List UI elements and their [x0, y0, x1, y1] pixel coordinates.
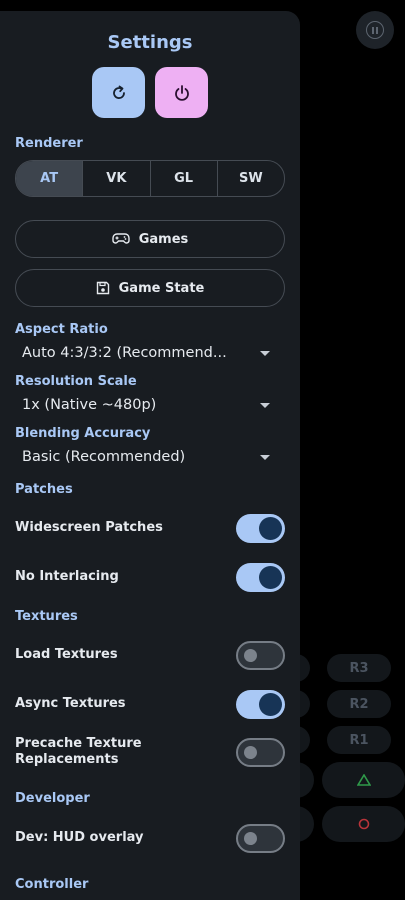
developer-label: Developer: [15, 791, 90, 806]
games-button-label: Games: [138, 231, 189, 247]
renderer-option-sw[interactable]: SW: [216, 161, 284, 196]
dev-hud-toggle[interactable]: [236, 823, 285, 853]
settings-drawer: Settings Renderer AT VK GL SW Games Game…: [0, 11, 300, 900]
dev-hud-label: Dev: HUD overlay: [15, 830, 144, 845]
controller-label: Controller: [15, 877, 89, 892]
chevron-down-icon: [260, 350, 270, 356]
patches-label: Patches: [15, 482, 73, 497]
widescreen-patches-label: Widescreen Patches: [15, 520, 163, 535]
reset-button[interactable]: [92, 67, 145, 118]
pause-icon: [366, 21, 384, 39]
chevron-down-icon: [260, 454, 270, 460]
circle-icon: [358, 818, 369, 830]
renderer-option-vk[interactable]: VK: [82, 161, 149, 196]
games-button[interactable]: Games: [15, 220, 285, 258]
precache-textures-toggle[interactable]: [236, 737, 285, 767]
async-textures-label: Async Textures: [15, 696, 126, 711]
precache-textures-row: Precache Texture Replacements: [15, 734, 285, 770]
emulator-screen: R3 R2 R1 Settings Renderer AT VK GL SW G…: [0, 0, 405, 900]
pause-button[interactable]: [356, 11, 394, 49]
game-state-button[interactable]: Game State: [15, 269, 285, 307]
precache-textures-label: Precache Texture Replacements: [15, 736, 142, 767]
blending-accuracy-label: Blending Accuracy: [15, 426, 151, 441]
triangle-icon: [356, 774, 371, 786]
textures-label: Textures: [15, 609, 78, 624]
load-textures-row: Load Textures: [15, 640, 285, 670]
pad-button-r1[interactable]: R1: [327, 726, 391, 754]
no-interlacing-toggle[interactable]: [236, 562, 285, 592]
renderer-label: Renderer: [15, 136, 83, 151]
resolution-scale-value: 1x (Native ~480p): [22, 397, 157, 413]
reset-icon: [112, 85, 125, 99]
pad-button-r3[interactable]: R3: [327, 654, 391, 682]
power-icon: [174, 84, 189, 101]
game-state-button-label: Game State: [118, 280, 205, 296]
aspect-ratio-dropdown[interactable]: Auto 4:3/3:2 (Recommend...: [22, 345, 270, 361]
dev-hud-row: Dev: HUD overlay: [15, 823, 285, 853]
settings-title: Settings: [107, 32, 193, 53]
chevron-down-icon: [260, 402, 270, 408]
power-button[interactable]: [155, 67, 208, 118]
renderer-segmented-control: AT VK GL SW: [15, 160, 285, 197]
load-textures-toggle[interactable]: [236, 640, 285, 670]
save-icon: [96, 281, 109, 295]
widescreen-patches-toggle[interactable]: [236, 513, 285, 543]
resolution-scale-label: Resolution Scale: [15, 374, 137, 389]
load-textures-label: Load Textures: [15, 647, 118, 662]
aspect-ratio-label: Aspect Ratio: [15, 322, 108, 337]
blending-accuracy-dropdown[interactable]: Basic (Recommended): [22, 449, 270, 465]
async-textures-row: Async Textures: [15, 689, 285, 719]
pad-button-r2[interactable]: R2: [327, 690, 391, 718]
blending-accuracy-value: Basic (Recommended): [22, 449, 186, 465]
async-textures-toggle[interactable]: [236, 689, 285, 719]
aspect-ratio-value: Auto 4:3/3:2 (Recommend...: [22, 345, 227, 361]
no-interlacing-row: No Interlacing: [15, 562, 285, 592]
gamepad-icon: [112, 233, 130, 244]
pad-button-triangle[interactable]: [322, 762, 405, 798]
renderer-option-at[interactable]: AT: [16, 161, 83, 196]
widescreen-patches-row: Widescreen Patches: [15, 513, 285, 543]
resolution-scale-dropdown[interactable]: 1x (Native ~480p): [22, 397, 270, 413]
pad-button-circle[interactable]: [322, 806, 405, 842]
renderer-option-gl[interactable]: GL: [149, 161, 217, 196]
no-interlacing-label: No Interlacing: [15, 569, 119, 584]
